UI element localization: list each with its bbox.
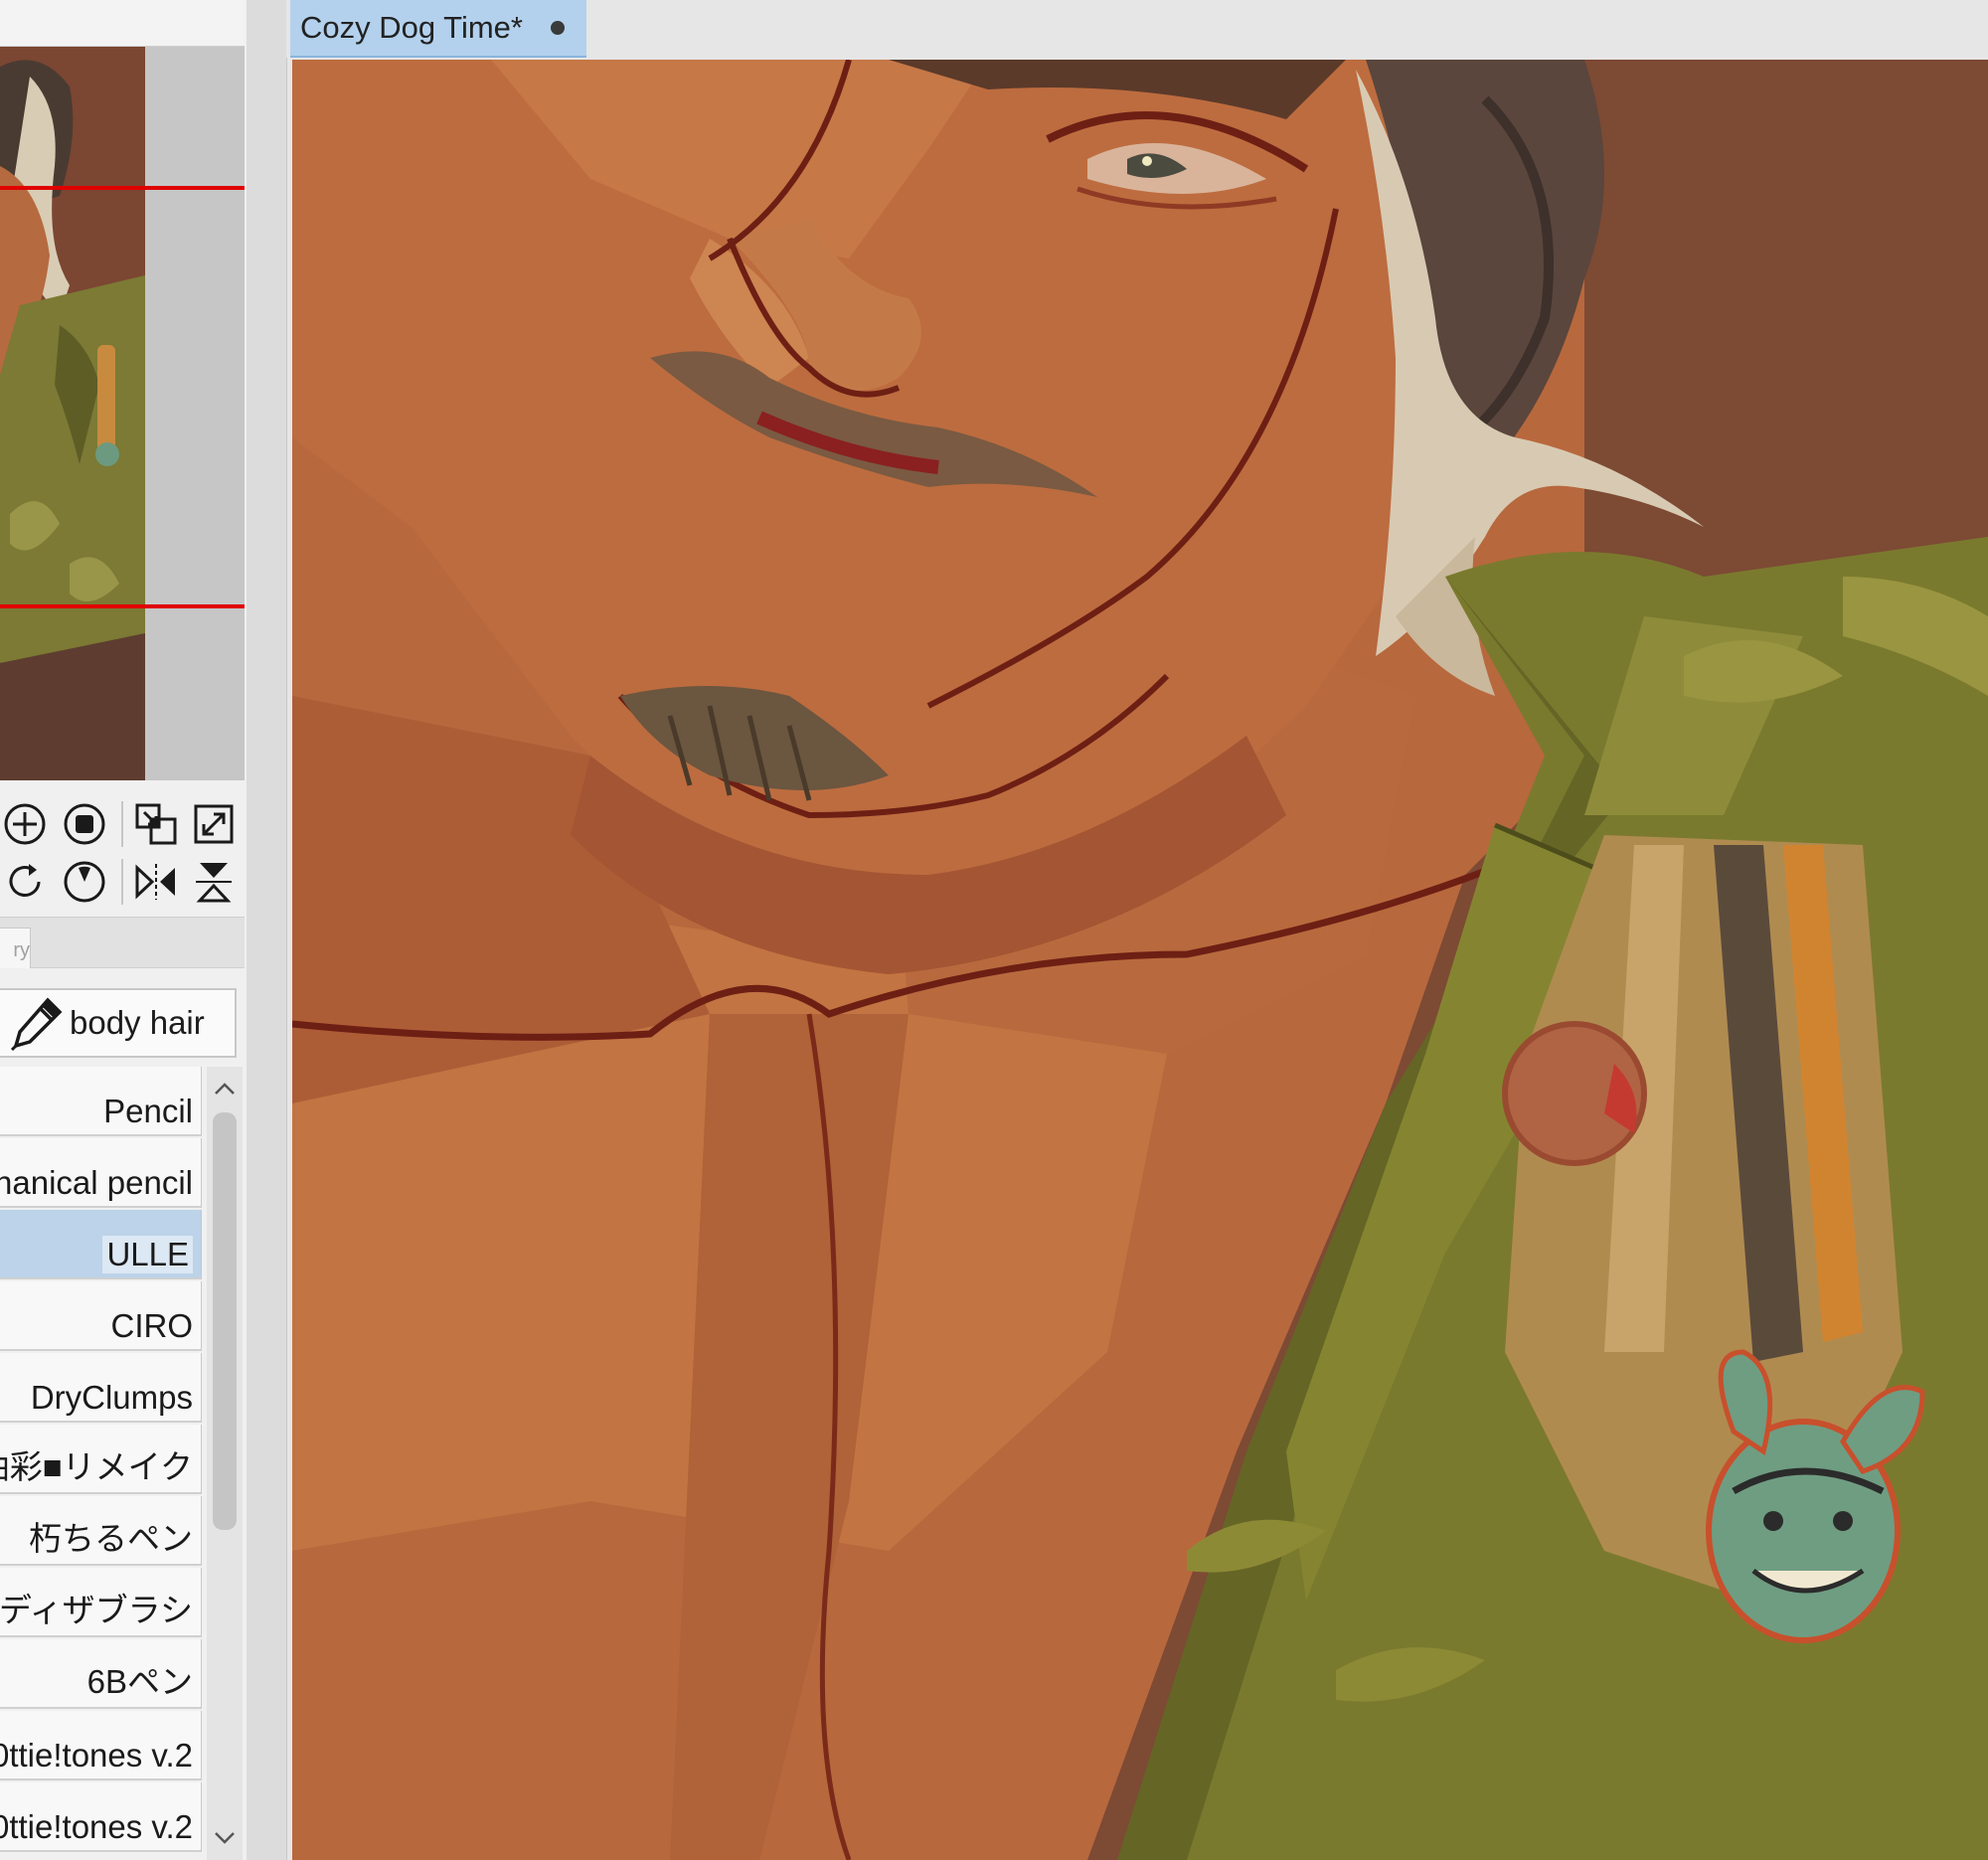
brush-label: 6Bペン (86, 1663, 193, 1700)
canvas[interactable] (292, 60, 1988, 1860)
panel-divider[interactable] (247, 0, 287, 1860)
stop-icon (64, 803, 105, 845)
brush-item-ottie-tones-2[interactable]: 0ttie!tones v.2 (0, 1782, 202, 1852)
fit-window-icon (135, 803, 177, 845)
flip-vertical-button[interactable] (191, 859, 237, 905)
navigator-thumbnail (0, 47, 145, 780)
brush-item-ciro[interactable]: CIRO (0, 1281, 202, 1351)
brush-list-scrollbar[interactable] (207, 1067, 243, 1860)
brush-item-oil-remake[interactable]: 油彩■リメイク (0, 1425, 202, 1494)
tab-document[interactable]: Cozy Dog Time* (290, 0, 586, 58)
current-subtool[interactable]: body hair (0, 988, 237, 1058)
brush-label: 油彩■リメイク (0, 1448, 193, 1485)
artwork (292, 60, 1988, 1860)
flip-horizontal-icon (135, 864, 175, 900)
fit-window-button[interactable] (133, 801, 179, 847)
rotate-icon (9, 864, 41, 897)
brush-item-ulle[interactable]: ULLE (0, 1210, 202, 1279)
scroll-up-button[interactable] (207, 1067, 243, 1110)
zoom-in-icon (4, 803, 46, 845)
tab-tool-property[interactable]: ry (0, 928, 31, 968)
document-tab-bar: Cozy Dog Time* (286, 0, 1988, 58)
brush-label: DryClumps (30, 1379, 193, 1416)
scroll-down-button[interactable] (207, 1816, 243, 1860)
brush-label: 0ttie!tones v.2 (0, 1737, 193, 1774)
brush-item-ottie-tones-1[interactable]: 0ttie!tones v.2 (0, 1711, 202, 1780)
brush-item-decaying-pen[interactable]: 朽ちるペン (0, 1496, 202, 1566)
brush-label: Pencil (103, 1093, 193, 1129)
brush-item-6b-pen[interactable]: 6Bペン (0, 1639, 202, 1709)
current-subtool-label: body hair (70, 1004, 205, 1041)
flip-horizontal-button[interactable] (133, 859, 179, 905)
scroll-down-icon (215, 1832, 235, 1844)
rotation-dial-icon (64, 861, 105, 903)
navigator-header (0, 0, 245, 47)
navigator-preview[interactable] (0, 47, 245, 780)
tool-panel-tabs: ry (0, 917, 245, 968)
toolbar-separator (121, 859, 123, 905)
brush-item-dither-brush[interactable]: ディザブラシ (0, 1568, 202, 1637)
stop-button[interactable] (62, 801, 107, 847)
brush-label: ディザブラシ (0, 1592, 193, 1628)
brush-label: hanical pencil (0, 1164, 193, 1201)
scroll-thumb[interactable] (213, 1112, 237, 1530)
brush-item-mechanical-pencil[interactable]: hanical pencil (0, 1138, 202, 1208)
brush-label: 朽ちるペン (29, 1520, 193, 1557)
expand-button[interactable] (191, 801, 237, 847)
flip-vertical-icon (196, 863, 232, 903)
document-tab-title: Cozy Dog Time* (300, 10, 523, 45)
rotation-dial-button[interactable] (62, 859, 107, 905)
brush-label: 0ttie!tones v.2 (0, 1808, 193, 1845)
navigator-frame-bottom (0, 604, 245, 608)
brush-list: Pencil hanical pencil ULLE CIRO DryClump… (0, 1067, 204, 1860)
brush-label: CIRO (110, 1307, 194, 1344)
rotate-button[interactable] (2, 859, 48, 905)
left-panel: ry body hair Pencil hanical pencil ULLE … (0, 0, 247, 1860)
brush-item-pencil[interactable]: Pencil (0, 1067, 202, 1136)
brush-item-dryclumps[interactable]: DryClumps (0, 1353, 202, 1423)
toolbar-separator (121, 801, 123, 847)
tab-close-icon[interactable] (551, 21, 565, 35)
brush-label: ULLE (102, 1236, 193, 1273)
scroll-up-icon (215, 1083, 235, 1095)
zoom-in-button[interactable] (2, 801, 48, 847)
expand-icon (194, 804, 234, 844)
pen-icon (10, 997, 63, 1052)
navigator-frame-top (0, 186, 245, 190)
